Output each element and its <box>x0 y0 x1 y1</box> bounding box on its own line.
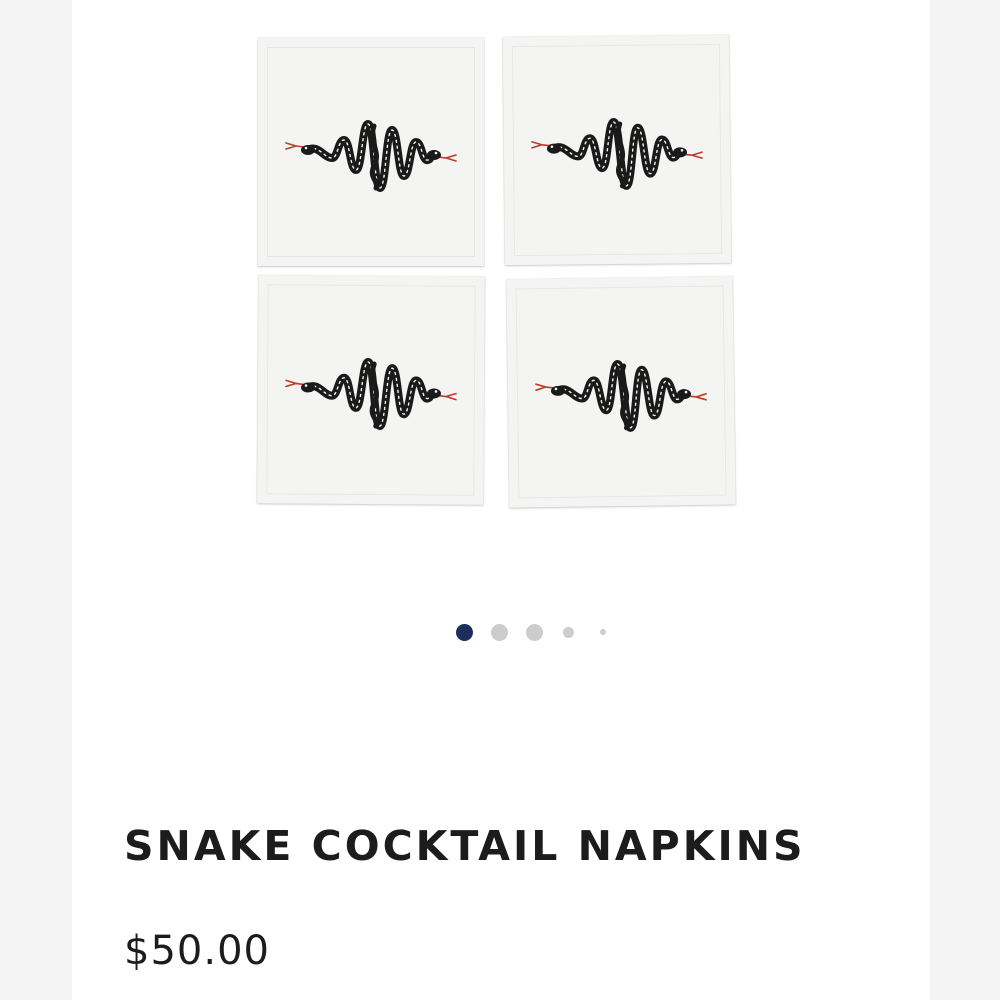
snake-icon <box>282 339 461 440</box>
napkin-image <box>506 276 736 508</box>
product-price: $50.00 <box>124 928 270 974</box>
carousel-dot-3[interactable] <box>526 623 543 641</box>
product-page: SNAKE COCKTAIL NAPKINS $50.00 <box>72 0 930 1000</box>
snake-icon <box>527 99 706 201</box>
carousel-dot-4[interactable] <box>563 626 574 638</box>
napkin-image <box>258 38 484 266</box>
product-image-gallery[interactable] <box>222 0 778 560</box>
product-title: SNAKE COCKTAIL NAPKINS <box>124 822 806 870</box>
carousel-dot-1[interactable] <box>456 623 473 641</box>
snake-icon <box>531 341 710 443</box>
napkin-image <box>502 34 732 266</box>
napkin-image <box>257 275 485 505</box>
carousel-dot-5[interactable] <box>600 629 606 635</box>
carousel-dot-2[interactable] <box>491 623 508 641</box>
snake-icon <box>282 102 460 202</box>
carousel-pagination <box>456 622 606 642</box>
